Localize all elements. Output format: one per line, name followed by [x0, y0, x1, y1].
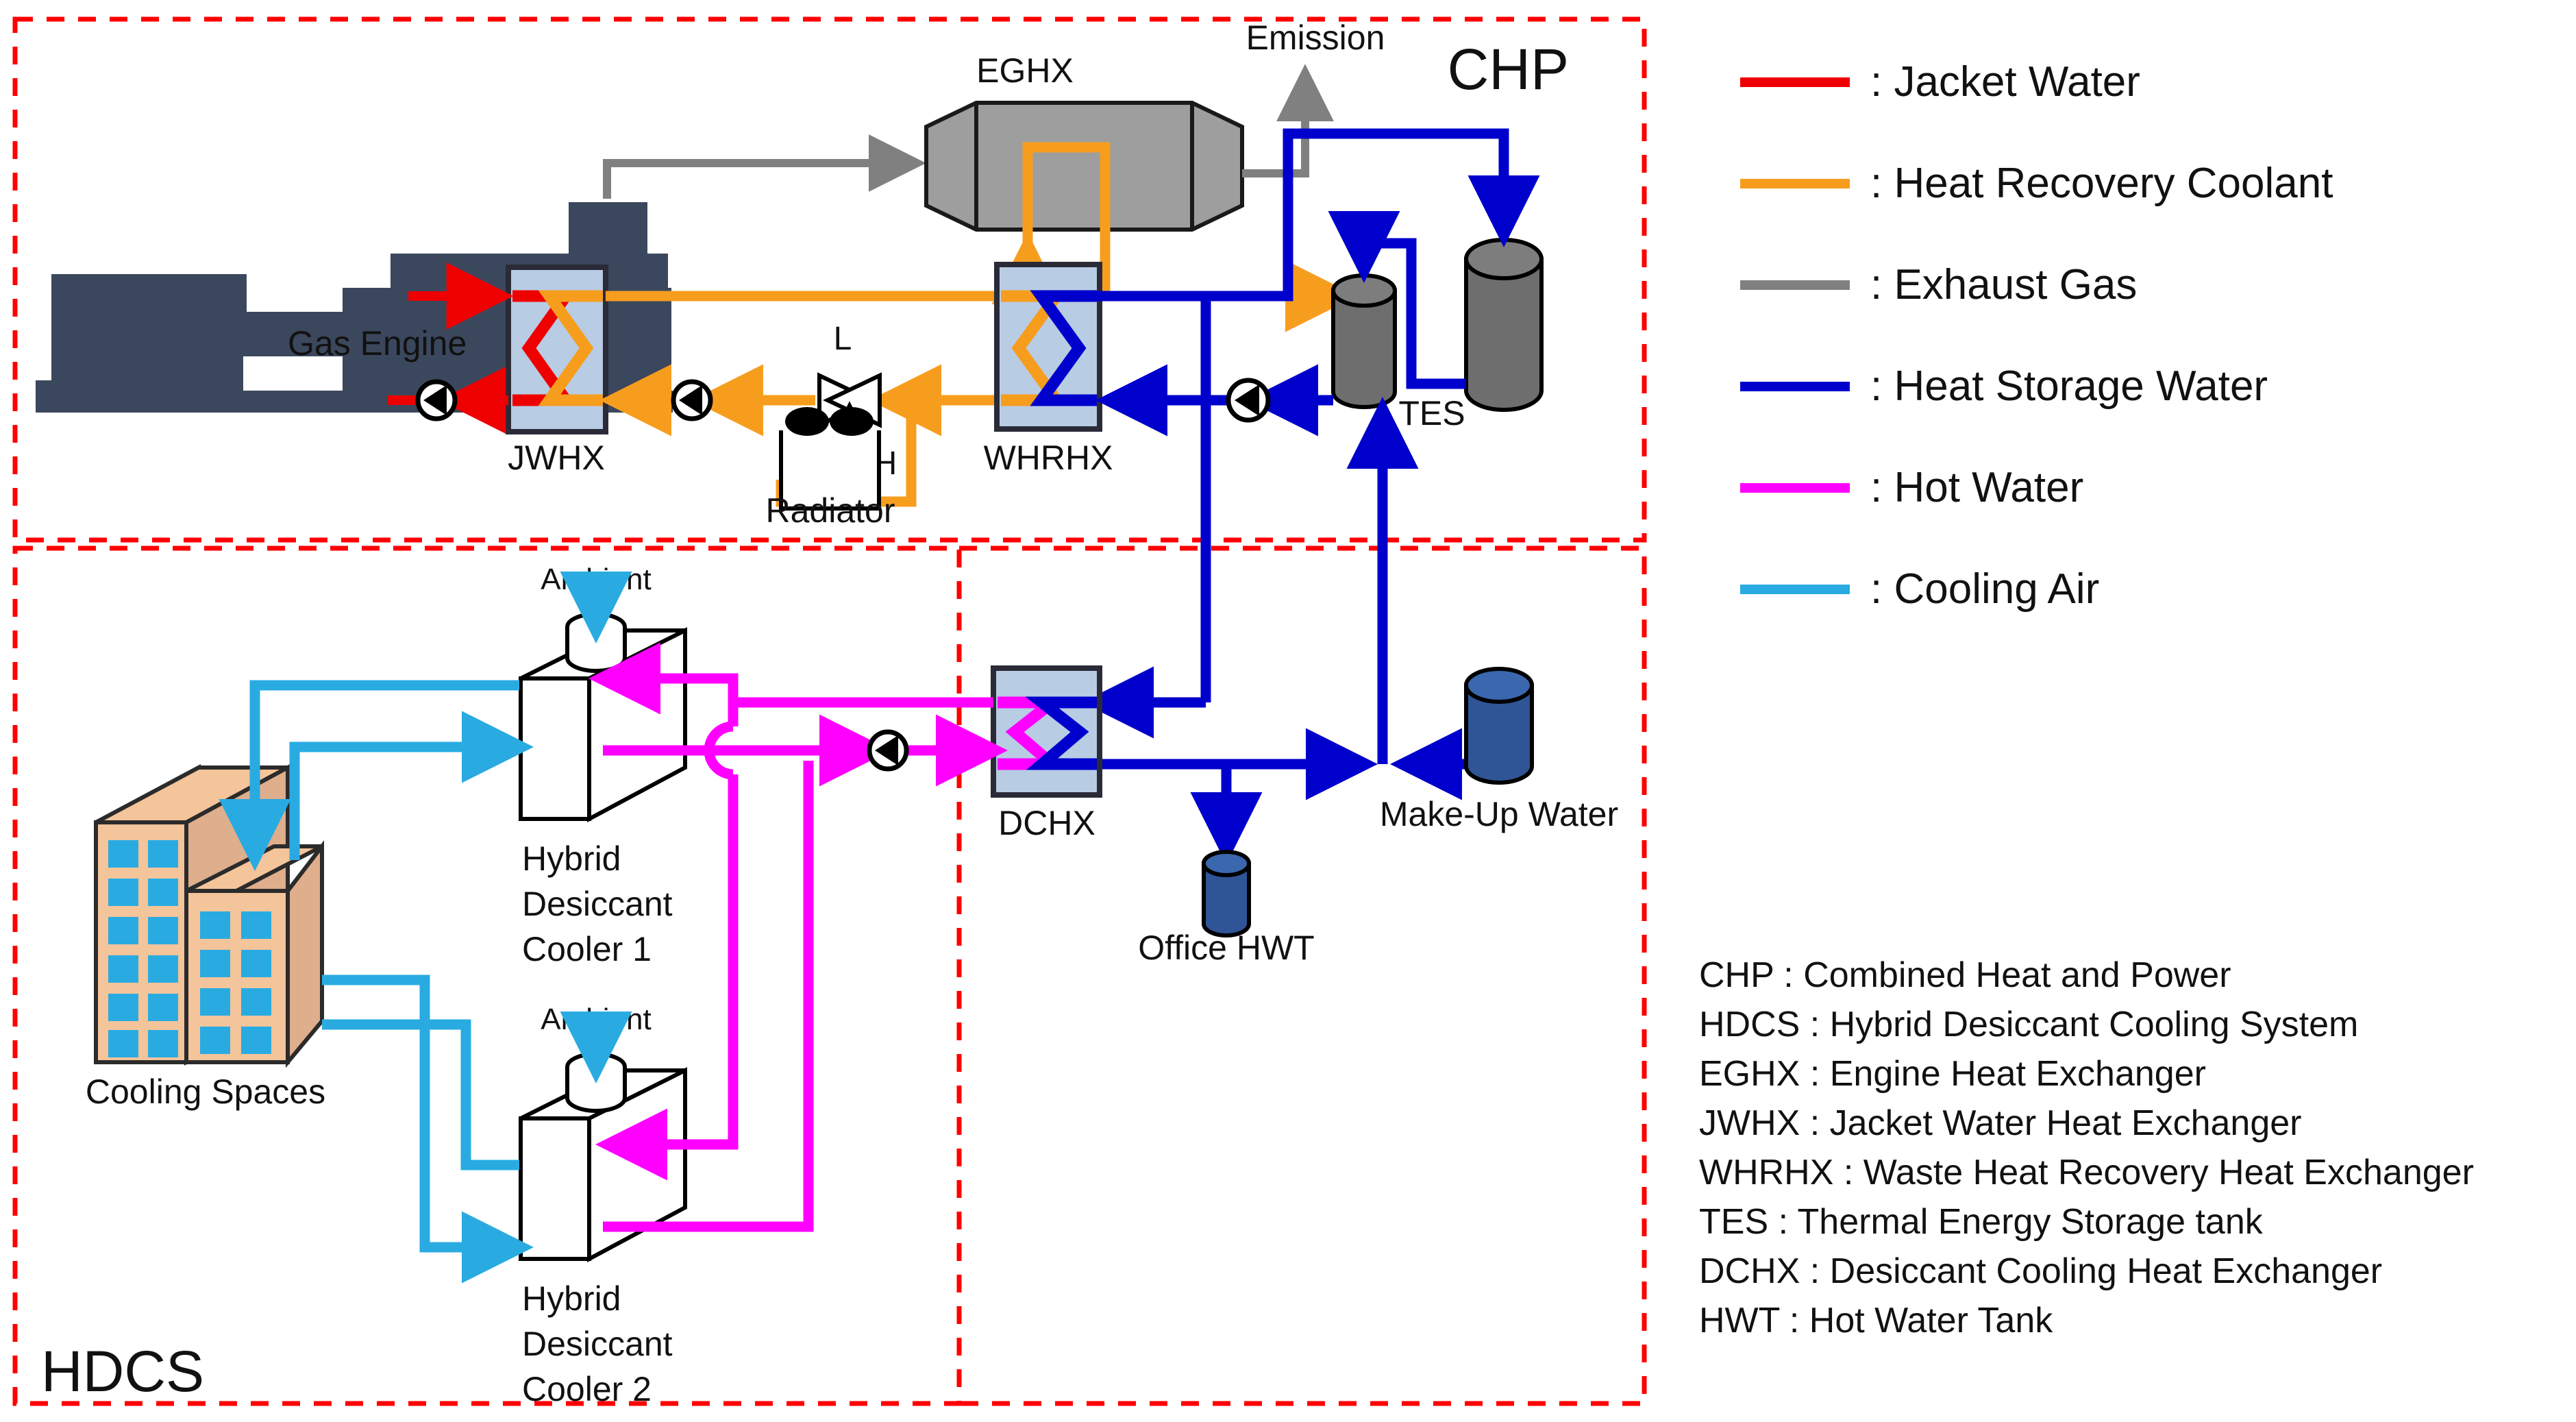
cooler2-label-line3: Cooler 2: [522, 1370, 652, 1408]
legend-label: : Heat Recovery Coolant: [1870, 160, 2333, 207]
cooler2-label-line2: Desiccant: [522, 1325, 673, 1363]
cooler1-label-line1: Hybrid: [522, 839, 621, 878]
cooling-spaces-label: Cooling Spaces: [86, 1072, 325, 1111]
coolant-pump[interactable]: [671, 379, 713, 421]
eghx-label: EGHX: [976, 51, 1074, 90]
dchx-label: DCHX: [998, 804, 1095, 842]
cooler2-ambient-label: Ambient: [541, 1003, 651, 1036]
gas-engine-label: Gas Engine: [288, 324, 467, 363]
hdcs-title: HDCS: [41, 1339, 204, 1403]
tes-label: TES: [1398, 394, 1465, 432]
radiator-label: Radiator: [766, 491, 895, 530]
legend-label: : Jacket Water: [1870, 58, 2140, 106]
jacket-water-pump[interactable]: [415, 379, 458, 421]
office-hwt-tank[interactable]: [1202, 850, 1251, 937]
heat-storage-pump[interactable]: [1226, 378, 1271, 423]
cooler1-label-line3: Cooler 1: [522, 930, 652, 968]
whrhx[interactable]: [994, 262, 1102, 432]
abbreviation-item: CHP : Combined Heat and Power: [1699, 955, 2231, 995]
cooling-spaces-building[interactable]: [94, 763, 324, 1068]
jwhx[interactable]: [506, 265, 608, 434]
cooler1-ambient-label: Ambient: [541, 563, 651, 596]
abbreviation-item: HDCS : Hybrid Desiccant Cooling System: [1699, 1005, 2358, 1044]
abbreviation-item: TES : Thermal Energy Storage tank: [1699, 1202, 2264, 1242]
abbreviation-item: DCHX : Desiccant Cooling Heat Exchanger: [1699, 1251, 2382, 1291]
diagram-canvas: CHP HDCS Gas Engine EGHX Emission JWHX L…: [0, 0, 2576, 1422]
abbreviation-item: WHRHX : Waste Heat Recovery Heat Exchang…: [1699, 1153, 2474, 1192]
hot-water-pump[interactable]: [867, 729, 909, 772]
legend-label: : Heat Storage Water: [1870, 363, 2268, 410]
jwhx-label: JWHX: [508, 439, 605, 477]
abbreviation-item: EGHX : Engine Heat Exchanger: [1699, 1054, 2206, 1094]
legend-label: : Hot Water: [1870, 464, 2083, 511]
makeup-water-tank[interactable]: [1464, 667, 1534, 785]
office-hwt-label: Office HWT: [1138, 929, 1314, 967]
cooler1-label-line2: Desiccant: [522, 885, 673, 923]
tes-tank-small[interactable]: [1331, 273, 1397, 409]
dchx[interactable]: [991, 665, 1102, 798]
cooler2-label-line1: Hybrid: [522, 1279, 621, 1318]
tes-tank-large[interactable]: [1464, 238, 1544, 412]
abbreviation-item: HWT : Hot Water Tank: [1699, 1301, 2053, 1340]
legend-label: : Exhaust Gas: [1870, 261, 2137, 308]
whrhx-label: WHRHX: [984, 439, 1113, 477]
abbreviation-item: JWHX : Jacket Water Heat Exchanger: [1699, 1103, 2301, 1143]
valve-low-label: L: [834, 321, 852, 357]
makeup-water-label: Make-Up Water: [1380, 795, 1618, 833]
chp-title: CHP: [1448, 37, 1569, 101]
emission-label: Emission: [1246, 19, 1385, 57]
legend-label: : Cooling Air: [1870, 565, 2099, 613]
